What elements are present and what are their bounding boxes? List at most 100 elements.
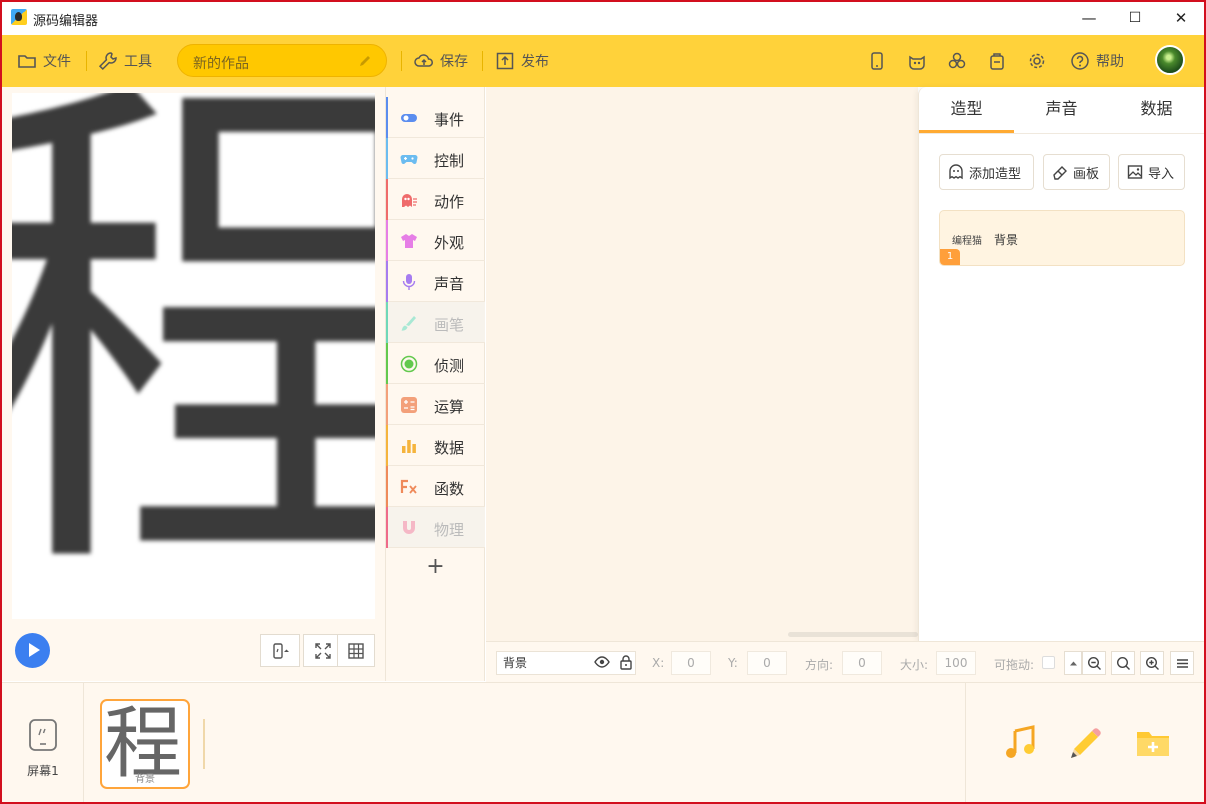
- thumbnail-caption: 背景: [135, 774, 155, 785]
- device-mode-button[interactable]: [260, 634, 300, 667]
- app-window: 源码编辑器 — ☐ ✕ 文件 工具 新的作品 保存 发布 帮助 事件 控制 动作…: [0, 0, 1206, 804]
- costume-item[interactable]: 编程猫 背景 1: [939, 210, 1185, 266]
- category-color-bar: [386, 425, 388, 466]
- tools-menu-label: 工具: [124, 54, 152, 70]
- user-avatar[interactable]: [1155, 45, 1185, 75]
- stage-background-character: 程: [12, 93, 375, 613]
- window-title: 源码编辑器: [33, 14, 99, 29]
- category-data[interactable]: 数据: [386, 425, 485, 466]
- edit-pencil-icon: [360, 56, 370, 66]
- tools-menu-button[interactable]: 工具: [98, 35, 152, 87]
- category-color-bar: [386, 138, 388, 179]
- extensions-button[interactable]: [944, 48, 970, 74]
- screen-selector[interactable]: 屏幕1: [2, 683, 84, 802]
- expand-icon: [315, 642, 331, 659]
- pencil-icon[interactable]: [1066, 723, 1104, 761]
- music-note-icon[interactable]: [1001, 723, 1039, 761]
- play-button[interactable]: [15, 633, 50, 668]
- sprite-properties-bar: 背景 X: 0 Y: 0 方向: 0 大小: 100 可拖动:: [486, 641, 1204, 682]
- mobile-preview-button[interactable]: [864, 48, 890, 74]
- add-costume-label: 添加造型: [969, 166, 1022, 182]
- publish-icon: [496, 52, 514, 70]
- sprite-name-field[interactable]: 背景: [496, 651, 636, 675]
- backpack-button[interactable]: [984, 48, 1010, 74]
- maximize-button[interactable]: ☐: [1112, 2, 1158, 35]
- mascot-button[interactable]: [904, 48, 930, 74]
- category-operators[interactable]: 运算: [386, 384, 485, 425]
- category-label: 事件: [434, 111, 465, 129]
- backpack-icon: [990, 53, 1004, 70]
- file-menu-button[interactable]: 文件: [17, 35, 71, 87]
- add-extension-button[interactable]: +: [386, 548, 485, 588]
- asset-library: [965, 683, 1204, 802]
- paint-button[interactable]: 画板: [1043, 154, 1110, 190]
- category-label: 函数: [434, 480, 465, 498]
- category-color-bar: [386, 507, 388, 548]
- toggle-icon: [401, 114, 417, 122]
- y-input[interactable]: 0: [747, 651, 787, 675]
- category-color-bar: [386, 261, 388, 302]
- category-sound[interactable]: 声音: [386, 261, 485, 302]
- microphone-icon: [402, 274, 416, 290]
- menu-button[interactable]: [1170, 651, 1194, 675]
- folder-add-icon[interactable]: [1134, 723, 1172, 761]
- background-thumbnail[interactable]: 程 背景: [100, 699, 190, 789]
- project-name-input[interactable]: 新的作品: [177, 44, 387, 77]
- gear-icon: [1029, 53, 1045, 69]
- size-input[interactable]: 100: [936, 651, 976, 675]
- collapse-button[interactable]: [1064, 651, 1082, 675]
- zoom-out-button[interactable]: [1082, 651, 1106, 675]
- draggable-label: 可拖动:: [994, 658, 1035, 672]
- tab-costumes[interactable]: 造型: [919, 87, 1014, 133]
- screen-label: 屏幕1: [27, 764, 59, 778]
- category-events[interactable]: 事件: [386, 97, 485, 138]
- thumbnail-divider: [203, 719, 205, 769]
- category-functions[interactable]: 函数: [386, 466, 485, 507]
- lock-icon[interactable]: [618, 654, 634, 670]
- code-workspace[interactable]: [486, 87, 918, 641]
- function-icon: [400, 479, 417, 494]
- zoom-in-button[interactable]: [1140, 651, 1164, 675]
- circles-icon: [948, 52, 966, 69]
- minimize-button[interactable]: —: [1066, 2, 1112, 35]
- bottom-bar: 屏幕1 程 背景: [2, 682, 1204, 802]
- stage-area: 程: [2, 87, 385, 681]
- category-looks[interactable]: 外观: [386, 220, 485, 261]
- add-costume-button[interactable]: 添加造型: [939, 154, 1034, 190]
- tab-data[interactable]: 数据: [1109, 87, 1204, 133]
- category-label: 侦测: [434, 357, 465, 375]
- paint-label: 画板: [1073, 166, 1100, 182]
- direction-input[interactable]: 0: [842, 651, 882, 675]
- x-input[interactable]: 0: [671, 651, 711, 675]
- save-button[interactable]: 保存: [414, 35, 468, 87]
- size-label: 大小:: [900, 658, 929, 672]
- bar-chart-icon: [402, 440, 416, 453]
- cat-face-icon: [909, 55, 925, 70]
- publish-label: 发布: [521, 54, 549, 70]
- block-categories: 事件 控制 动作 外观 声音 画笔 侦测 运算 数据 函数 物理 +: [385, 87, 485, 681]
- category-label: 运算: [434, 398, 465, 416]
- y-label: Y:: [728, 656, 738, 670]
- grid-toggle-button[interactable]: [337, 634, 375, 667]
- zoom-reset-button[interactable]: [1111, 651, 1135, 675]
- category-physics[interactable]: 物理: [386, 507, 485, 548]
- import-button[interactable]: 导入: [1118, 154, 1185, 190]
- category-motion[interactable]: 动作: [386, 179, 485, 220]
- stage-canvas[interactable]: 程: [12, 93, 375, 619]
- draggable-checkbox[interactable]: [1042, 656, 1055, 669]
- app-logo-icon: [11, 9, 27, 25]
- workspace-scrollbar[interactable]: [788, 632, 918, 637]
- category-control[interactable]: 控制: [386, 138, 485, 179]
- close-button[interactable]: ✕: [1158, 2, 1204, 35]
- settings-button[interactable]: [1024, 48, 1050, 74]
- eye-icon[interactable]: [594, 654, 610, 670]
- tab-sounds[interactable]: 声音: [1014, 87, 1109, 133]
- help-button[interactable]: 帮助: [1070, 35, 1124, 87]
- category-pen[interactable]: 画笔: [386, 302, 485, 343]
- category-sensing[interactable]: 侦测: [386, 343, 485, 384]
- category-color-bar: [386, 343, 388, 384]
- x-label: X:: [652, 656, 665, 670]
- ghost-outline-icon: [949, 164, 963, 180]
- publish-button[interactable]: 发布: [495, 35, 549, 87]
- toolbar-divider: [86, 51, 87, 71]
